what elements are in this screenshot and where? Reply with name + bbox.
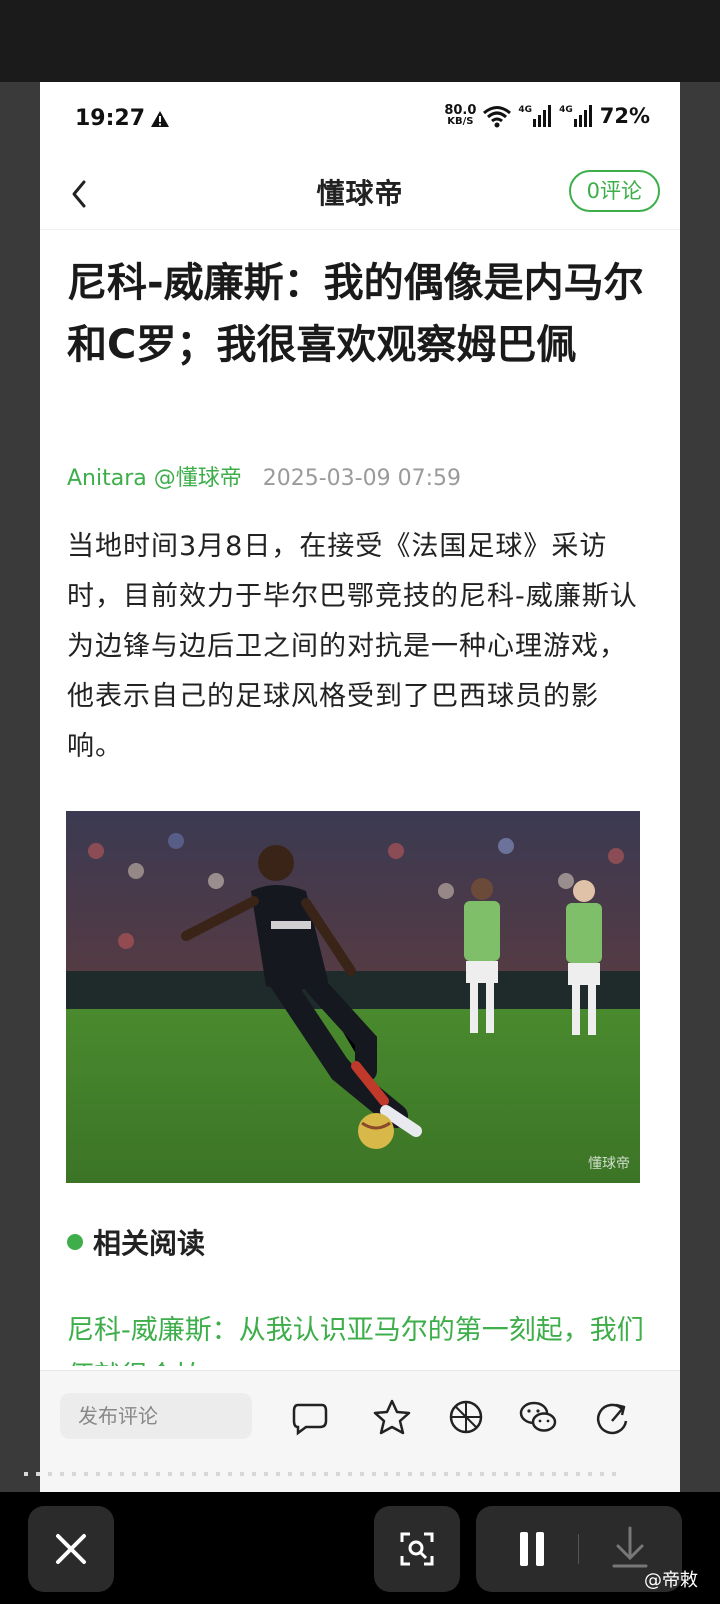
app-bar: 懂球帝 0评论 (40, 158, 680, 230)
related-reading-header: 相关阅读 (67, 1222, 205, 1262)
article-body: 当地时间3月8日，在接受《法国足球》采访时，目前效力于毕尔巴鄂竞技的尼科-威廉斯… (67, 531, 638, 762)
image-watermark: 懂球帝 (588, 1156, 630, 1172)
green-dot-icon (67, 1234, 83, 1250)
battery-level: 72% (599, 104, 650, 128)
status-time: 19:27 (75, 106, 146, 131)
football-player-illustration (66, 811, 640, 1183)
article-meta: Anitara @懂球帝 2025-03-09 07:59 (67, 460, 461, 492)
close-button[interactable] (28, 1506, 114, 1592)
wechat-icon[interactable] (518, 1397, 558, 1437)
weibo-watermark: @帝敕 (644, 1570, 698, 1591)
article-photo[interactable]: 懂球帝 (66, 811, 640, 1183)
comments-count-button[interactable]: 0评论 (568, 170, 660, 212)
net-type-2: 4G (559, 105, 573, 115)
net-speed-value: 80.0 (444, 103, 477, 118)
scan-icon (400, 1532, 434, 1566)
comment-bubble-icon[interactable] (290, 1397, 330, 1437)
moments-share-icon[interactable] (446, 1397, 486, 1437)
related-article-link[interactable]: 尼科-威廉斯：从我认识亚马尔的第一刻起，我们便就很合拍 (67, 1308, 647, 1366)
signal-icon (573, 105, 592, 127)
scroll-progress-dots (24, 1472, 624, 1476)
divider (578, 1534, 579, 1564)
phone-screen: 19:27 80.0 KB/S 4G 4G 72% 懂球帝 0评论 尼科-威廉斯… (40, 82, 680, 1492)
net-speed-unit: KB/S (447, 116, 474, 127)
close-icon (56, 1534, 86, 1564)
net-speed: 80.0 KB/S (444, 103, 477, 127)
article-headline: 尼科-威廉斯：我的偶像是内马尔和C罗；我很喜欢观察姆巴佩 (67, 260, 644, 368)
right-backdrop (680, 82, 720, 1492)
status-right: 80.0 KB/S 4G 4G 72% (444, 104, 650, 128)
signal-icon (533, 105, 552, 127)
signal-1: 4G (518, 105, 553, 127)
share-icon[interactable] (592, 1397, 632, 1437)
warning-icon (151, 111, 169, 127)
star-icon[interactable] (372, 1397, 412, 1437)
top-dark-area (0, 0, 720, 82)
pause-icon[interactable] (480, 1506, 580, 1592)
signal-2: 4G (559, 105, 594, 127)
left-backdrop (0, 82, 40, 1492)
related-reading-label: 相关阅读 (93, 1227, 206, 1260)
net-type-1: 4G (518, 105, 533, 115)
recording-control-bar: @帝敕 (0, 1492, 720, 1604)
article-author[interactable]: Anitara @懂球帝 (67, 466, 242, 491)
comment-input[interactable]: 发布评论 (60, 1393, 252, 1439)
article-date: 2025-03-09 07:59 (262, 466, 461, 491)
status-bar: 19:27 80.0 KB/S 4G 4G 72% (40, 82, 680, 158)
wifi-icon (483, 106, 512, 128)
screenshot-scan-button[interactable] (374, 1506, 460, 1592)
